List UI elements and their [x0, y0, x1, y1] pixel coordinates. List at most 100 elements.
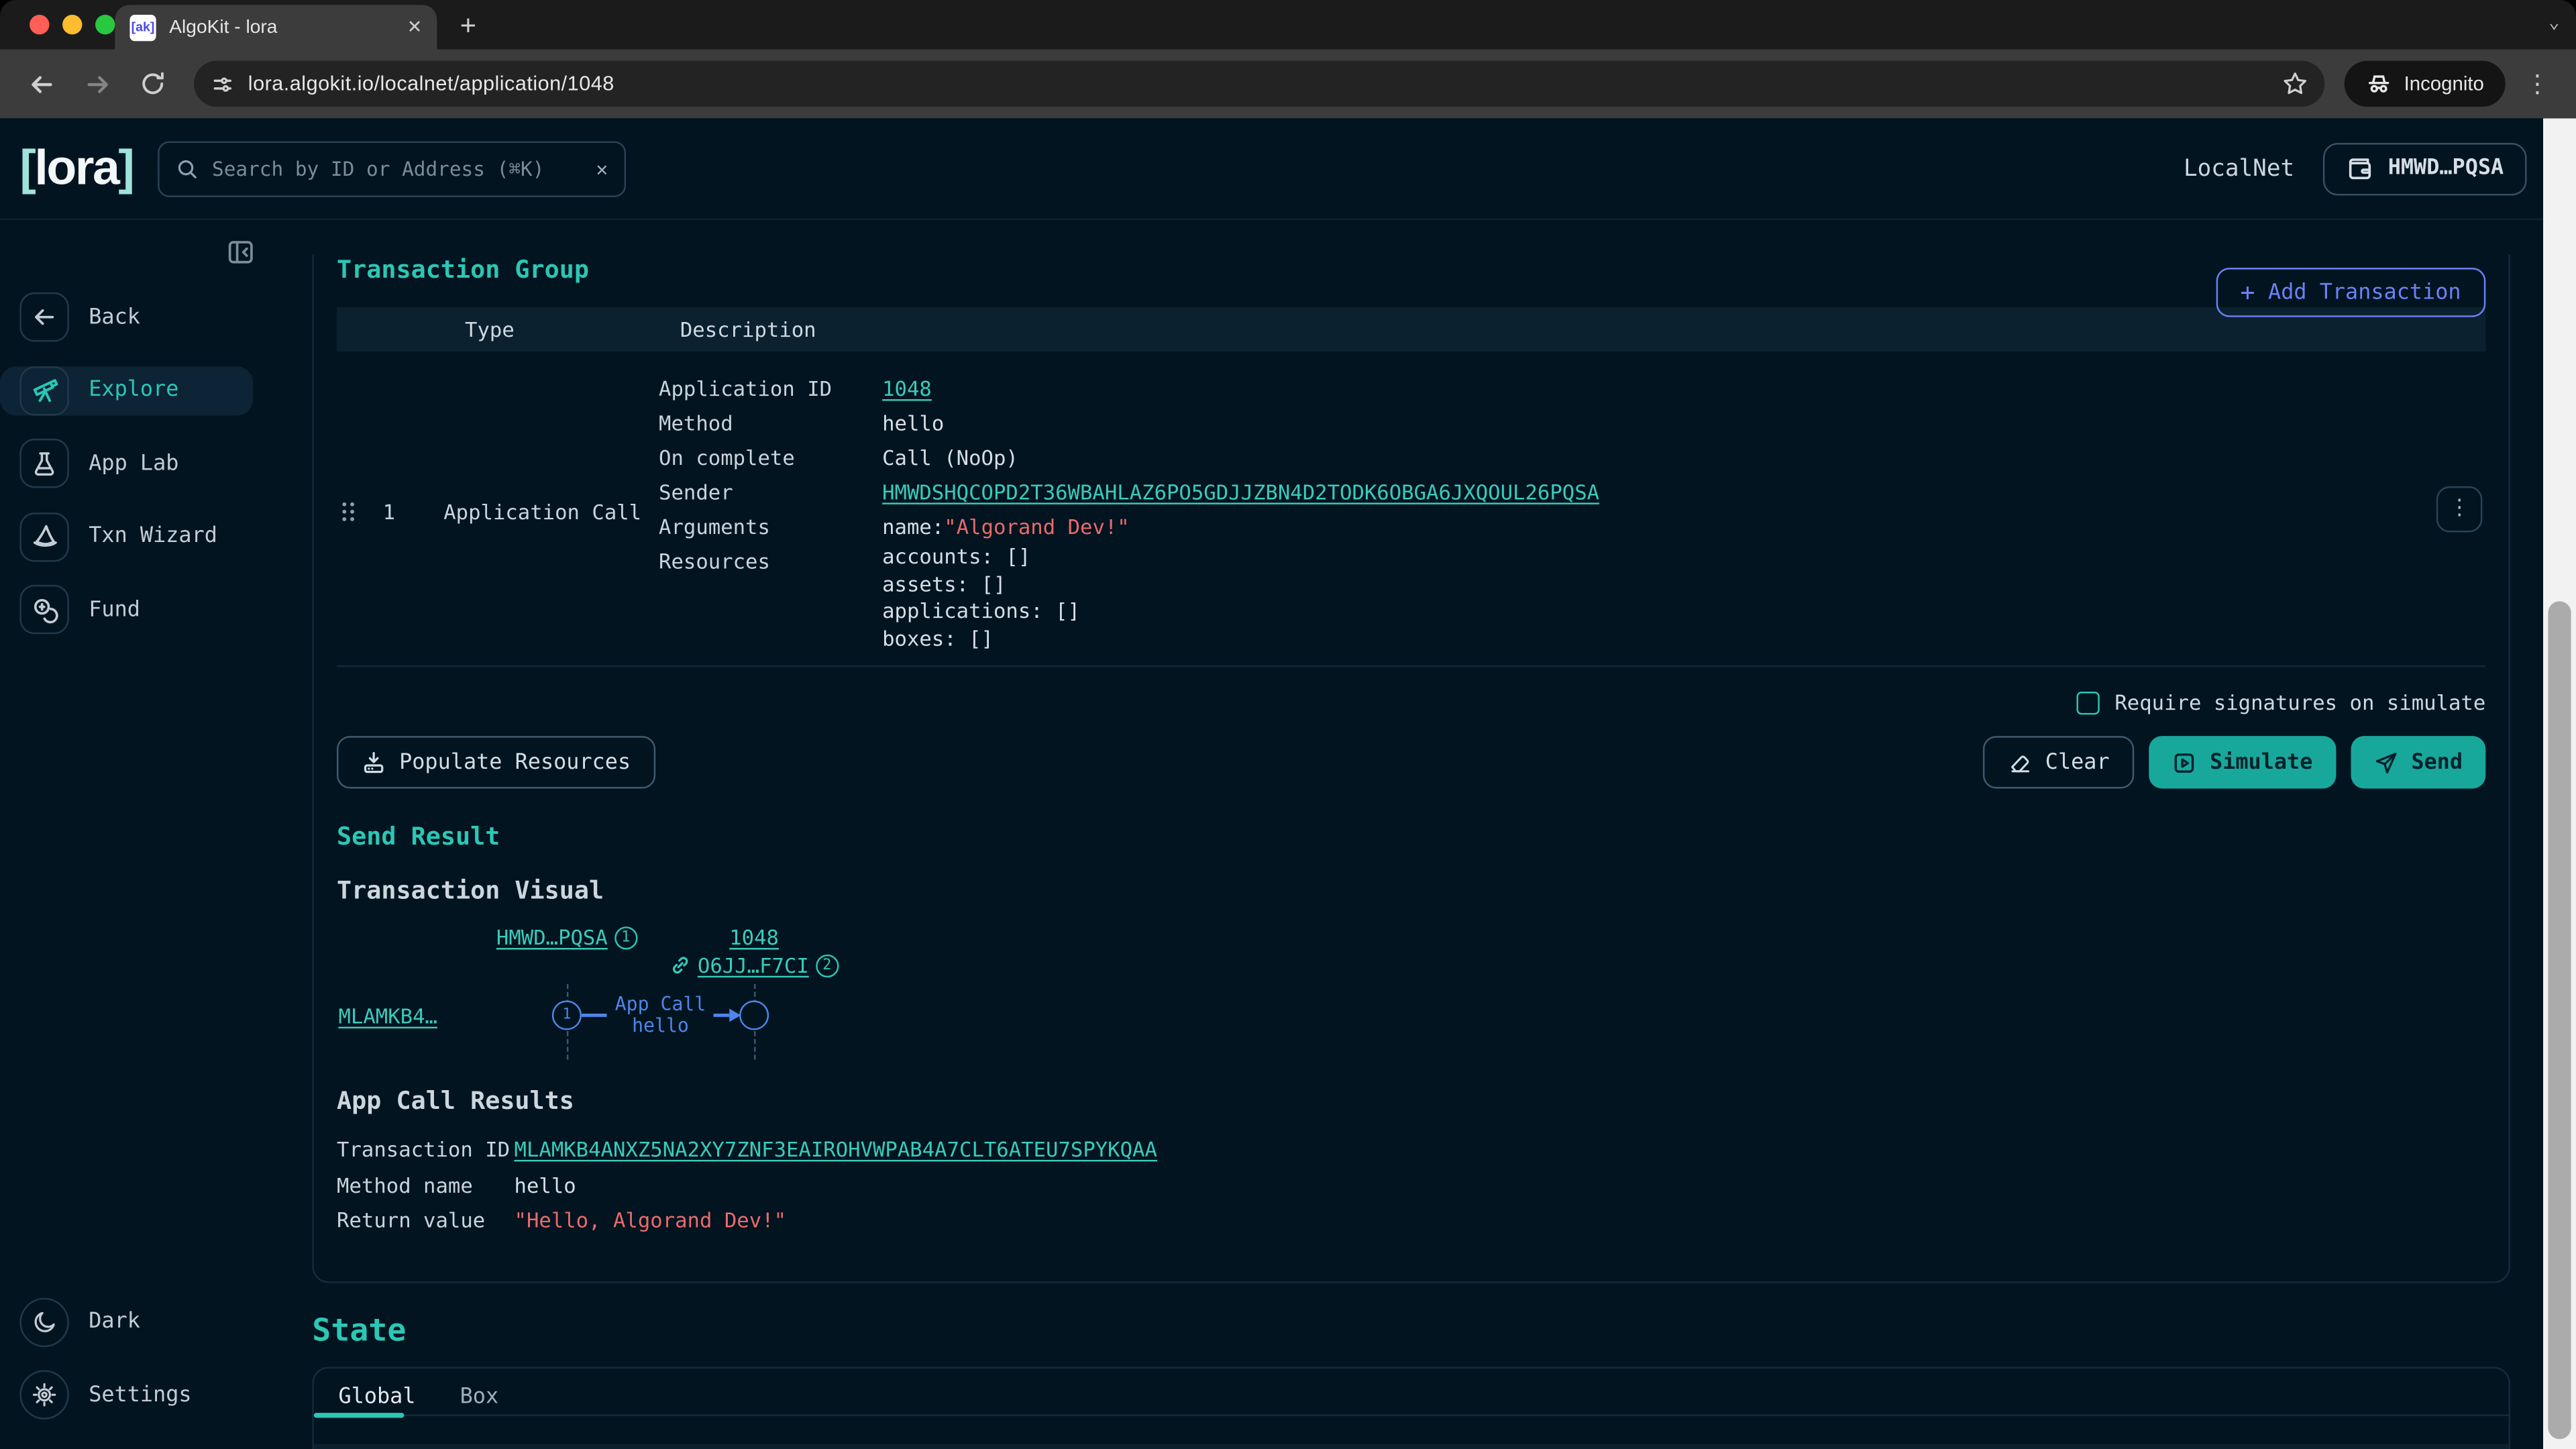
sidebar-item-label: Back — [89, 305, 140, 329]
app-viewport: [lora] ✕ LocalNet HMWD…PQSA — [0, 118, 2576, 1449]
sender-link[interactable]: HMWDSHQCOPD2T36WBAHLAZ6PO5GDJJZBN4D2TODK… — [882, 475, 1599, 509]
back-icon[interactable] — [19, 62, 62, 105]
incognito-label: Incognito — [2404, 72, 2484, 95]
result-label: Return value — [337, 1203, 514, 1238]
page-scrollbar[interactable] — [2543, 118, 2576, 1449]
graph-group-badge: 2 — [816, 954, 839, 977]
method-name-value: hello — [515, 1167, 576, 1203]
sidebar-item-label: Fund — [89, 597, 140, 622]
sidebar-item-label: App Lab — [89, 451, 178, 476]
zoom-window-button[interactable] — [95, 15, 115, 34]
field-label: Resources — [659, 544, 882, 653]
return-value: "Hello, Algorand Dev!" — [515, 1203, 786, 1238]
tab-search-icon[interactable]: ⌄ — [2548, 11, 2559, 33]
wallet-button[interactable]: HMWD…PQSA — [2322, 142, 2527, 195]
app-call-results: Transaction IDMLAMKB4ANXZ5NA2XY7ZNF3EAIR… — [337, 1132, 2485, 1238]
application-id-link[interactable]: 1048 — [882, 371, 932, 405]
state-title: State — [312, 1312, 2510, 1348]
sidebar-nav: Back Explore App Lab — [0, 292, 271, 658]
graph-account-badge: 1 — [614, 926, 637, 949]
main-content: Transaction Group + Add Transaction Type… — [312, 220, 2510, 1449]
wallet-address: HMWD…PQSA — [2388, 156, 2504, 181]
eraser-icon — [2007, 750, 2032, 775]
screenshot: [ak] AlgoKit - lora ✕ + ⌄ lora.algokit.i… — [0, 0, 2576, 1449]
row-type: Application Call — [443, 499, 659, 524]
app-header: [lora] ✕ LocalNet HMWD…PQSA — [0, 118, 2576, 220]
wallet-icon — [2345, 154, 2373, 182]
address-bar[interactable]: lora.algokit.io/localnet/application/104… — [194, 61, 2325, 107]
sidebar-item-label: Dark — [89, 1309, 140, 1334]
transaction-visual-title: Transaction Visual — [337, 875, 2485, 905]
transaction-row[interactable]: 1 Application Call Application ID1048 Me… — [337, 352, 2485, 667]
graph-transaction-link[interactable]: MLAMKB4… — [338, 1004, 437, 1028]
incognito-icon — [2366, 70, 2392, 97]
clear-button[interactable]: Clear — [1983, 736, 2135, 788]
play-square-icon — [2172, 750, 2197, 775]
browser-tab[interactable]: [ak] AlgoKit - lora ✕ — [115, 5, 437, 49]
search-input[interactable] — [212, 157, 583, 180]
moon-icon — [19, 1297, 68, 1346]
sidebar-item-settings[interactable]: Settings — [0, 1370, 253, 1419]
sidebar-item-back[interactable]: Back — [0, 292, 253, 341]
simulate-button[interactable]: Simulate — [2149, 736, 2335, 788]
transaction-visual-graph: HMWD…PQSA 1 1048 O6JJ…F7CI 2 — [337, 922, 2485, 1067]
tab-global[interactable]: Global — [338, 1384, 415, 1413]
sidebar-item-txn-wizard[interactable]: Txn Wizard — [0, 512, 253, 561]
gear-icon — [19, 1370, 68, 1419]
argument-name: name: — [882, 509, 944, 543]
transaction-group-card: Transaction Group + Add Transaction Type… — [312, 255, 2510, 1283]
search-box[interactable]: ✕ — [158, 140, 626, 196]
forward-icon[interactable] — [76, 62, 119, 105]
column-description: Description — [680, 317, 2485, 342]
network-selector[interactable]: LocalNet — [2184, 155, 2294, 181]
populate-resources-button[interactable]: Populate Resources — [337, 736, 655, 788]
new-tab-button[interactable]: + — [460, 10, 476, 43]
search-clear-icon[interactable]: ✕ — [596, 157, 608, 180]
arrow-left-icon — [19, 292, 68, 341]
transaction-id-link[interactable]: MLAMKB4ANXZ5NA2XY7ZNF3EAIROHVWPAB4A7CLT6… — [515, 1132, 1157, 1167]
close-window-button[interactable] — [30, 15, 49, 34]
state-tabs: Global Box — [314, 1368, 2509, 1415]
transaction-fields: Application ID1048 Methodhello On comple… — [659, 371, 2485, 652]
field-label: Application ID — [659, 371, 882, 405]
sidebar: Back Explore App Lab — [0, 220, 271, 1449]
sidebar-item-label: Settings — [89, 1383, 191, 1407]
graph-source-node[interactable]: 1 — [552, 1000, 582, 1030]
scrollbar-thumb[interactable] — [2548, 601, 2571, 1439]
on-complete-value: Call (NoOp) — [882, 440, 1018, 474]
url-text[interactable]: lora.algokit.io/localnet/application/104… — [248, 72, 2269, 95]
tab-close-icon[interactable]: ✕ — [407, 16, 423, 38]
wizard-hat-icon — [19, 512, 68, 561]
browser-menu-icon[interactable]: ⋮ — [2518, 69, 2556, 99]
send-button[interactable]: Send — [2351, 736, 2486, 788]
require-signatures-checkbox[interactable] — [2077, 691, 2100, 714]
transaction-group-title: Transaction Group — [337, 255, 2485, 284]
sidebar-item-dark-mode[interactable]: Dark — [0, 1297, 253, 1346]
drag-handle-icon[interactable] — [337, 499, 383, 524]
sidebar-item-label: Explore — [89, 378, 178, 402]
minimize-window-button[interactable] — [62, 15, 82, 34]
graph-app-link[interactable]: 1048 — [729, 925, 779, 950]
send-plane-icon — [2373, 750, 2398, 775]
incognito-badge: Incognito — [2345, 61, 2505, 107]
field-label: Method — [659, 406, 882, 440]
transaction-actions: Populate Resources Clear Simulate — [337, 736, 2485, 788]
window-controls — [30, 15, 115, 34]
sidebar-collapse-icon[interactable] — [227, 238, 255, 266]
reload-icon[interactable] — [131, 62, 174, 105]
site-settings-icon[interactable] — [210, 72, 235, 97]
sidebar-item-explore[interactable]: Explore — [0, 366, 253, 415]
bookmark-star-icon[interactable] — [2282, 70, 2308, 97]
active-tab-indicator — [314, 1412, 405, 1417]
graph-account-link[interactable]: HMWD…PQSA — [496, 925, 608, 950]
sidebar-item-app-lab[interactable]: App Lab — [0, 439, 253, 488]
graph-edge-label: App Call hello — [606, 994, 714, 1037]
row-menu-button[interactable]: ⋮ — [2436, 486, 2483, 532]
graph-target-node[interactable] — [739, 1000, 769, 1030]
sidebar-item-fund[interactable]: Fund — [0, 585, 253, 634]
lora-logo[interactable]: [lora] — [19, 140, 133, 196]
add-transaction-button[interactable]: + Add Transaction — [2216, 268, 2486, 317]
graph-group-link[interactable]: O6JJ…F7CI — [698, 953, 809, 977]
telescope-icon — [19, 366, 68, 415]
tab-box[interactable]: Box — [460, 1384, 499, 1413]
